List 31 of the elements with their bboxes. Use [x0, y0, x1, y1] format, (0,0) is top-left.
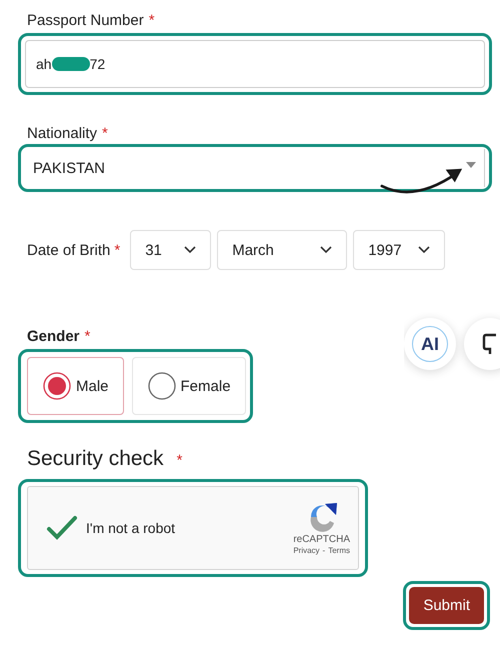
- gender-option[interactable]: Male: [27, 357, 124, 415]
- chat-bubble-icon: [482, 331, 498, 357]
- month-select[interactable]: March: [217, 230, 348, 270]
- gender-option[interactable]: Female: [132, 357, 246, 415]
- dropdown-triangle-icon: [466, 162, 476, 168]
- required-mark: *: [84, 328, 90, 345]
- field-label: Passport Number: [27, 12, 144, 29]
- separator: -: [322, 546, 326, 555]
- chevron-down-icon: [320, 246, 332, 254]
- privacy-link[interactable]: Privacy: [293, 546, 320, 555]
- checkbox[interactable]: [46, 515, 78, 541]
- captcha-label: I'm not a robot: [86, 520, 176, 536]
- required-mark: *: [148, 12, 155, 29]
- submit-button[interactable]: Submit: [409, 587, 484, 624]
- radio-icon: [42, 371, 72, 401]
- year-select[interactable]: 1997: [353, 230, 446, 270]
- field-label: Gender: [27, 328, 80, 345]
- chevron-down-icon: [184, 246, 196, 254]
- captcha-brand: reCAPTCHA: [293, 534, 350, 545]
- section-title: Security check: [27, 447, 164, 471]
- required-mark: *: [176, 452, 182, 469]
- radio-icon: [146, 371, 177, 401]
- terms-link[interactable]: Terms: [328, 546, 350, 555]
- field-label: Nationality: [27, 125, 98, 142]
- chevron-down-icon: [418, 246, 430, 254]
- ai-assistant-button[interactable]: AI: [404, 318, 456, 370]
- day-select[interactable]: 31: [130, 230, 212, 270]
- required-mark: *: [114, 242, 120, 258]
- field-label: Date of Brith: [27, 242, 110, 258]
- passport-field[interactable]: ah 72: [25, 40, 485, 88]
- required-mark: *: [102, 125, 108, 142]
